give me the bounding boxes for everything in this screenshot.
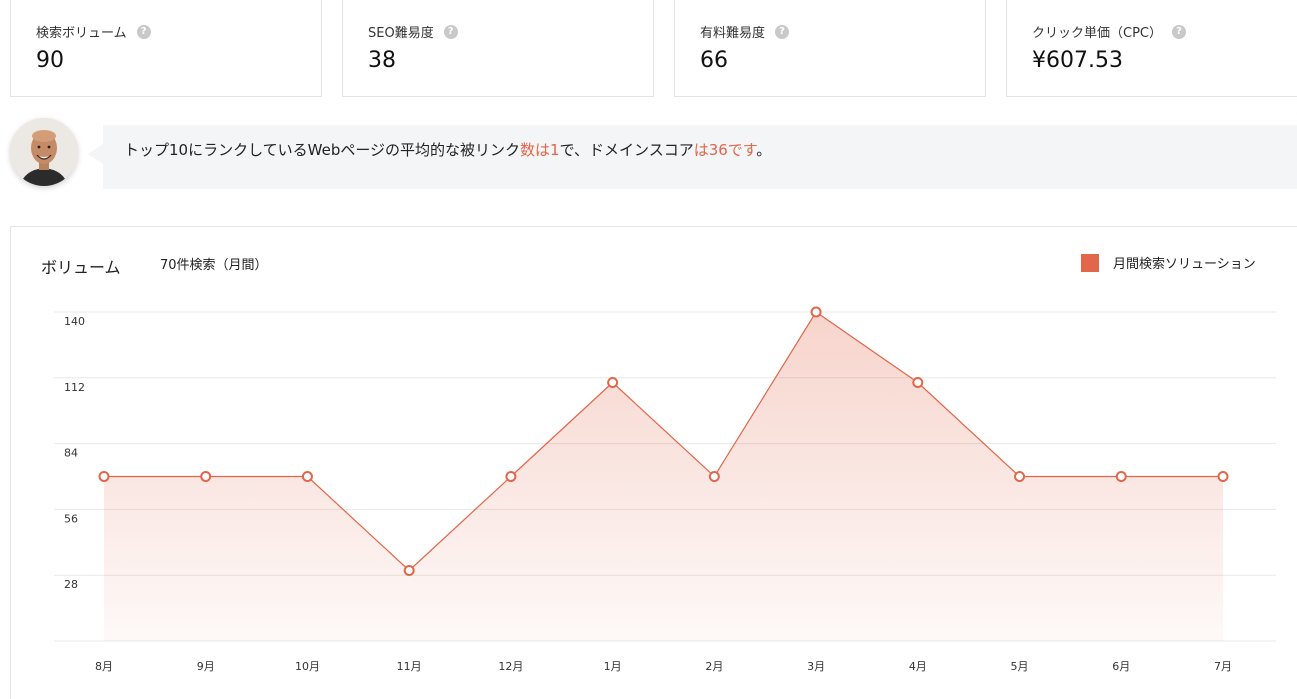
x-tick-label: 6月 xyxy=(1112,660,1130,673)
y-tick-label: 112 xyxy=(64,381,85,394)
data-point xyxy=(505,471,517,482)
x-tick-label: 7月 xyxy=(1214,660,1232,673)
data-point xyxy=(200,471,212,482)
data-point xyxy=(301,471,313,482)
x-tick-label: 11月 xyxy=(397,660,422,673)
x-tick-label: 3月 xyxy=(807,660,825,673)
data-point xyxy=(1014,471,1026,482)
data-point xyxy=(403,565,415,576)
x-tick-label: 5月 xyxy=(1011,660,1029,673)
x-tick-label: 9月 xyxy=(197,660,215,673)
x-tick-label: 12月 xyxy=(498,660,523,673)
data-point xyxy=(1217,471,1229,482)
x-tick-label: 8月 xyxy=(95,660,113,673)
x-tick-label: 10月 xyxy=(295,660,320,673)
x-tick-label: 4月 xyxy=(909,660,927,673)
y-tick-label: 84 xyxy=(64,447,78,460)
data-point xyxy=(708,471,720,482)
y-tick-label: 140 xyxy=(64,315,85,328)
data-point xyxy=(810,306,822,318)
x-tick-label: 2月 xyxy=(705,660,723,673)
data-point xyxy=(607,377,619,388)
y-tick-label: 28 xyxy=(64,578,78,591)
data-point xyxy=(98,471,110,482)
x-tick-label: 1月 xyxy=(604,660,622,673)
data-point xyxy=(1115,471,1127,482)
data-point xyxy=(912,377,924,388)
volume-chart: 28 56 84 112 140 8月 9月 10月 11月 12月 1月 2月 3月 4月 5月 6月 7月 xyxy=(54,306,1276,673)
y-tick-label: 56 xyxy=(64,512,78,525)
